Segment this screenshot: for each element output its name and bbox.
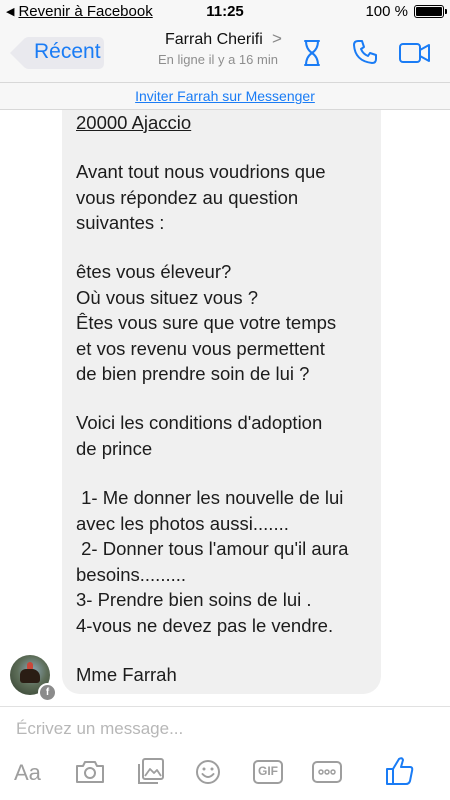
message-line: de prince [76, 438, 153, 459]
contact-name[interactable]: Farrah Cherifi [165, 31, 263, 49]
composer-divider [0, 706, 450, 707]
recent-back-button[interactable]: Récent [8, 35, 106, 71]
message-line: 1- Me donner les nouvelle de lui [76, 487, 344, 508]
status-bar: ◀ Revenir à Facebook 11:25 100 % [0, 0, 450, 24]
camera-icon[interactable] [75, 760, 105, 789]
message-line: Mme Farrah [76, 664, 177, 685]
message-line: Où vous situez vous ? [76, 287, 259, 308]
video-call-icon[interactable] [399, 42, 431, 69]
invite-bar: Inviter Farrah sur Messenger [0, 83, 450, 110]
gif-icon[interactable]: GIF [253, 760, 283, 789]
message-line: 3- Prendre bien soins de lui . [76, 589, 312, 610]
conversation-header: Récent Farrah Cherifi > En ligne il y a … [0, 24, 450, 83]
message-line: 4-vous ne devez pas le vendre. [76, 615, 334, 636]
sticker-icon[interactable] [195, 759, 221, 790]
hourglass-icon[interactable] [303, 40, 321, 71]
chat-area[interactable]: 20000 Ajaccio Avant tout nous voudrions … [0, 110, 450, 705]
gallery-icon[interactable] [137, 757, 165, 790]
message-line: suivantes : [76, 212, 165, 233]
battery-percent: 100 % [365, 3, 408, 20]
message-input[interactable] [16, 716, 436, 742]
message-line: avec les photos aussi....... [76, 513, 289, 534]
invite-to-messenger-link[interactable]: Inviter Farrah sur Messenger [135, 88, 315, 104]
text-format-icon[interactable]: Aa [14, 760, 41, 786]
facebook-badge-icon: f [38, 683, 57, 702]
message-line: vous répondez au question [76, 187, 299, 208]
recent-back-label: Récent [34, 40, 101, 63]
message-line: et vos revenu vous permettent [76, 338, 325, 359]
phone-icon[interactable] [352, 39, 378, 70]
message-line: Avant tout nous voudrions que [76, 161, 326, 182]
message-line: 20000 Ajaccio [76, 112, 192, 133]
message-line: besoins......... [76, 564, 187, 585]
chevron-right-icon[interactable]: > [272, 29, 282, 49]
battery-status: 100 % [365, 3, 447, 20]
message-line: 2- Donner tous l'amour qu'il aura [76, 538, 349, 559]
like-icon[interactable] [386, 756, 414, 791]
gif-label: GIF [258, 764, 278, 778]
message-line: Êtes vous sure que votre temps [76, 312, 337, 333]
message-line: Voici les conditions d'adoption [76, 412, 323, 433]
contact-status: En ligne il y a 16 min [158, 52, 278, 67]
more-icon[interactable] [312, 761, 342, 788]
message-line: de bien prendre soin de lui ? [76, 363, 310, 384]
battery-icon [414, 5, 447, 18]
message-line: êtes vous éleveur? [76, 261, 232, 282]
